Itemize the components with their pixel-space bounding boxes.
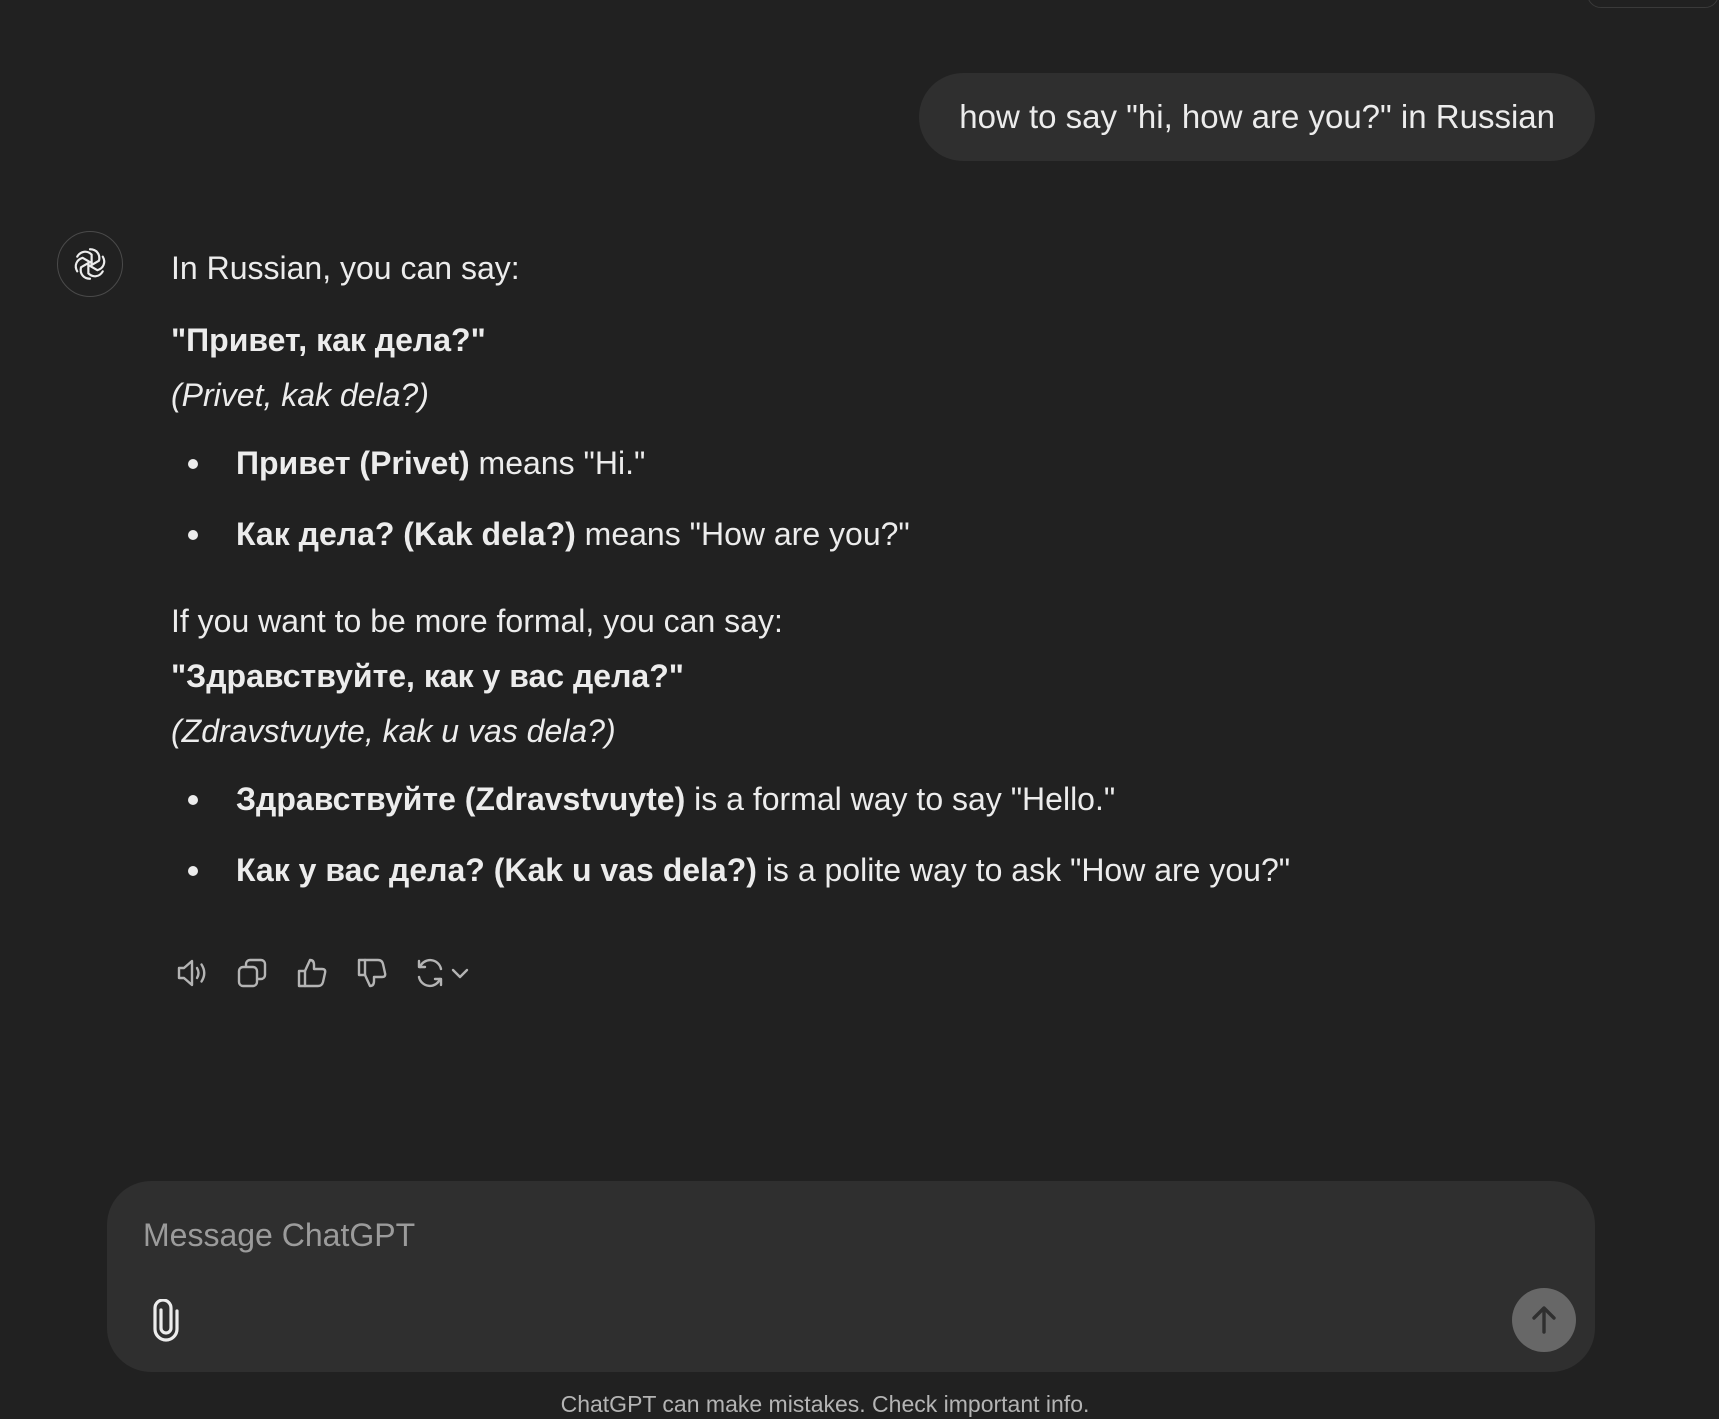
user-message-bubble: how to say "hi, how are you?" in Russian: [919, 73, 1595, 161]
chevron-down-icon: [451, 968, 469, 979]
good-response-button[interactable]: [292, 953, 332, 993]
formal-phrase: "Здравствуйте, как у вас дела?": [171, 658, 684, 694]
read-aloud-button[interactable]: [172, 953, 212, 993]
informal-phrase: "Привет, как дела?": [171, 322, 486, 358]
bad-response-button[interactable]: [352, 953, 392, 993]
top-right-frame: [1587, 0, 1719, 8]
copy-button[interactable]: [232, 953, 272, 993]
list-item-meaning: means "Hi.": [469, 445, 646, 481]
assistant-message: In Russian, you can say: "Привет, как де…: [171, 248, 1591, 890]
message-actions: [172, 953, 472, 993]
thumbs-up-icon: [297, 958, 327, 988]
list-item-term: Как у вас дела? (Kak u vas dela?): [236, 852, 757, 888]
openai-logo-icon: [71, 247, 109, 281]
copy-icon: [237, 958, 267, 988]
send-button[interactable]: [1512, 1288, 1576, 1352]
list-item-meaning: is a polite way to ask "How are you?": [756, 852, 1291, 888]
disclaimer-text: ChatGPT can make mistakes. Check importa…: [560, 1391, 1090, 1417]
informal-breakdown-list: Привет (Privet) means "Hi." Как дела? (K…: [171, 443, 1591, 554]
formal-intro: If you want to be more formal, you can s…: [171, 603, 783, 639]
list-item-term: Здравствуйте (Zdravstvuyte): [236, 781, 686, 817]
informal-transliteration: (Privet, kak dela?): [171, 377, 429, 413]
list-item-meaning: means "How are you?": [575, 516, 910, 552]
assistant-intro: In Russian, you can say:: [171, 250, 520, 286]
list-item: Как дела? (Kak dela?) means "How are you…: [171, 514, 1591, 554]
regenerate-button[interactable]: [412, 955, 472, 991]
formal-transliteration: (Zdravstvuyte, kak u vas dela?): [171, 713, 616, 749]
thumbs-down-icon: [357, 958, 387, 988]
list-item: Привет (Privet) means "Hi.": [171, 443, 1591, 483]
attach-button[interactable]: [141, 1296, 191, 1346]
list-item-meaning: is a formal way to say "Hello.": [685, 781, 1116, 817]
list-item-term: Привет (Privet): [236, 445, 470, 481]
list-item: Как у вас дела? (Kak u vas dela?) is a p…: [171, 850, 1591, 890]
list-item: Здравствуйте (Zdravstvuyte) is a formal …: [171, 779, 1591, 819]
message-input[interactable]: [143, 1211, 1443, 1259]
list-item-term: Как дела? (Kak dela?): [236, 516, 576, 552]
chatgpt-avatar: [57, 231, 123, 297]
arrow-up-icon: [1532, 1306, 1556, 1334]
message-composer: [107, 1181, 1595, 1372]
paperclip-icon: [153, 1299, 179, 1342]
speaker-icon: [177, 959, 206, 987]
regenerate-icon: [417, 958, 443, 988]
formal-breakdown-list: Здравствуйте (Zdravstvuyte) is a formal …: [171, 779, 1591, 890]
